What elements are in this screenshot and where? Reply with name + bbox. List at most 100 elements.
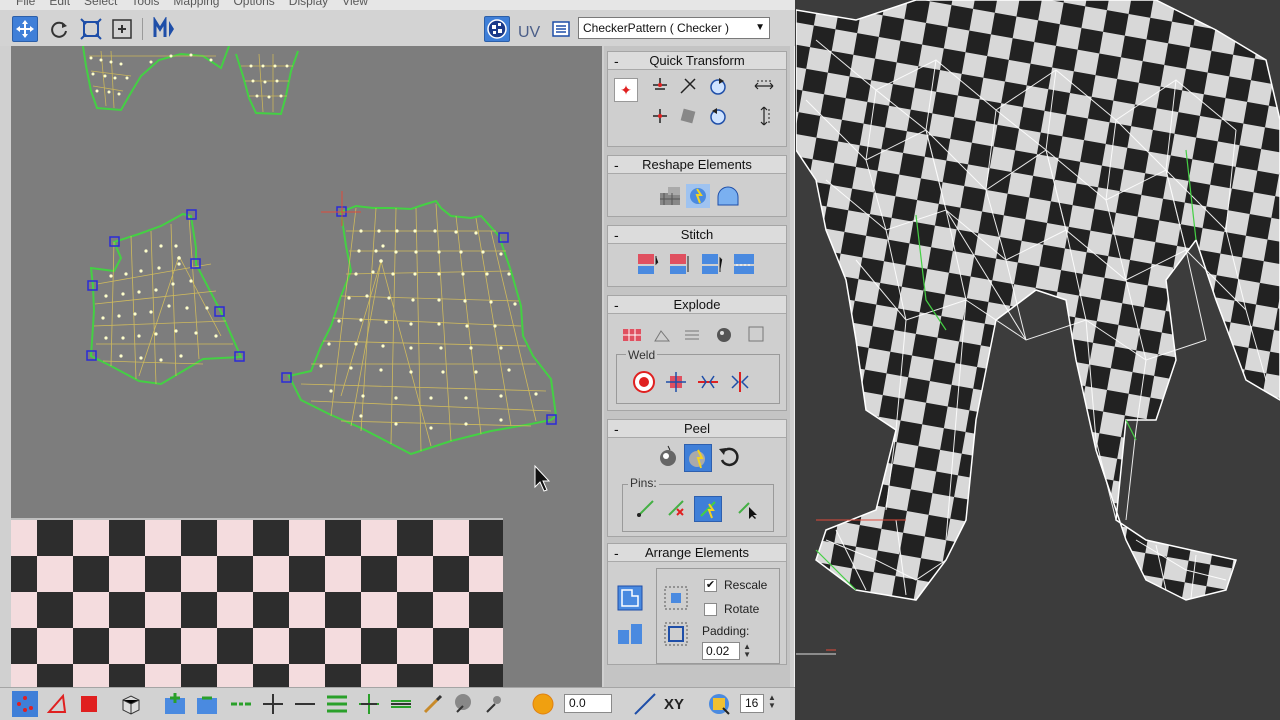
stitch-to-source-button[interactable] xyxy=(700,252,724,276)
flatten-by-material-button[interactable] xyxy=(712,322,736,346)
uv-shell-top-left[interactable] xyxy=(82,46,230,112)
undo-icon xyxy=(719,447,739,467)
mirror-tool-button[interactable] xyxy=(152,16,178,42)
uv-shell-top-right[interactable] xyxy=(235,50,299,116)
rotate-checkbox[interactable] xyxy=(704,603,717,616)
freeform-tool-button[interactable] xyxy=(109,16,135,42)
pack-custom-button[interactable] xyxy=(616,584,644,612)
soft-selection-falloff-field[interactable]: 0.0 xyxy=(564,694,612,713)
texture-dropdown[interactable]: CheckerPattern ( Checker ) ▼ xyxy=(578,17,770,39)
shrink-brush-icon xyxy=(486,696,501,713)
weld-all-button[interactable] xyxy=(728,370,752,394)
character-mesh-canvas[interactable] xyxy=(796,0,1280,720)
shrink-selection-button[interactable] xyxy=(194,691,220,717)
arrange-elements-header[interactable]: - Arrange Elements xyxy=(608,544,786,562)
move-tool-button[interactable] xyxy=(12,16,38,42)
spinner-arrows-icon[interactable]: ▲ ▼ xyxy=(743,643,751,659)
relax-settings-button[interactable] xyxy=(716,184,740,208)
grid-snap-field[interactable]: 16 xyxy=(740,694,764,713)
menu-mapping[interactable]: Mapping xyxy=(173,0,233,10)
vertex-mode-button[interactable] xyxy=(12,691,38,717)
peel-header[interactable]: - Peel xyxy=(608,420,786,438)
flatten-by-polygon-button[interactable] xyxy=(650,322,674,346)
rotate-plus-90-button[interactable] xyxy=(706,74,730,98)
uv-editor-viewport[interactable] xyxy=(11,46,602,687)
pack-rescale-button[interactable] xyxy=(662,620,690,648)
menu-file[interactable]: File xyxy=(16,0,49,10)
straighten-button[interactable] xyxy=(676,104,700,128)
scale-tool-button[interactable] xyxy=(78,16,104,42)
menu-view[interactable]: View xyxy=(342,0,382,10)
edge-mode-button[interactable] xyxy=(44,691,70,717)
explode-header[interactable]: - Explode xyxy=(608,296,786,314)
grow-loop-button[interactable] xyxy=(260,691,286,717)
grow-ring-button[interactable] xyxy=(356,691,382,717)
rotate-tool-button[interactable] xyxy=(46,16,72,42)
stitch-to-target-button[interactable] xyxy=(636,252,660,276)
soft-selection-button[interactable] xyxy=(530,691,556,717)
pin-icon xyxy=(637,500,654,517)
perspective-viewport[interactable] xyxy=(796,0,1280,720)
texture-list-button[interactable] xyxy=(550,16,572,42)
set-pivot-button[interactable]: ✦ xyxy=(614,78,638,102)
pack-normalize-button[interactable] xyxy=(662,584,690,612)
grow-selection-button[interactable] xyxy=(162,691,188,717)
padding-spinner[interactable]: 0.02 ▲ ▼ xyxy=(702,642,751,660)
pack-together-button[interactable] xyxy=(616,620,644,648)
shrink-ring-button[interactable] xyxy=(388,691,414,717)
rescale-label: Rescale xyxy=(724,578,768,592)
uv-shells-canvas[interactable] xyxy=(11,46,602,518)
weld-target-button[interactable] xyxy=(632,370,656,394)
menu-display[interactable]: Display xyxy=(289,0,342,10)
menu-select[interactable]: Select xyxy=(84,0,131,10)
unpin-selected-button[interactable] xyxy=(664,496,688,520)
paint-brush-icon xyxy=(423,694,443,714)
space-horizontal-button[interactable] xyxy=(752,74,776,98)
enlarge-brush-button[interactable] xyxy=(450,691,476,717)
relax-button[interactable] xyxy=(686,184,710,208)
pin-selected-button[interactable] xyxy=(634,496,658,520)
show-map-button[interactable] xyxy=(484,16,510,42)
reshape-elements-header[interactable]: - Reshape Elements xyxy=(608,156,786,174)
stitch-custom-button[interactable] xyxy=(732,252,756,276)
space-vertical-button[interactable] xyxy=(752,104,776,128)
menu-edit[interactable]: Edit xyxy=(49,0,84,10)
limit-selection-button[interactable] xyxy=(706,691,732,717)
break-button[interactable] xyxy=(620,322,644,346)
spinner-arrows-icon[interactable]: ▲ ▼ xyxy=(768,694,776,710)
quick-peel-button[interactable] xyxy=(684,444,712,472)
menu-tools[interactable]: Tools xyxy=(131,0,173,10)
uv-channel-label[interactable]: UV xyxy=(518,24,540,42)
rotate-minus-90-button[interactable] xyxy=(706,104,730,128)
align-diagonal-button[interactable] xyxy=(676,74,700,98)
falloff-type-button[interactable] xyxy=(632,691,658,717)
weld-selected-button[interactable] xyxy=(664,370,688,394)
quick-transform-header[interactable]: - Quick Transform xyxy=(608,52,786,70)
select-pins-button[interactable] xyxy=(736,496,760,520)
shrink-loop-button[interactable] xyxy=(292,691,318,717)
loop-select-button[interactable] xyxy=(228,691,254,717)
align-to-axis-button[interactable] xyxy=(648,74,672,98)
uv-shell-right[interactable] xyxy=(281,191,558,456)
collapse-icon: - xyxy=(614,53,619,69)
rescale-checkbox[interactable]: ✔ xyxy=(704,579,717,592)
character-body[interactable] xyxy=(796,0,1280,601)
stitch-header[interactable]: - Stitch xyxy=(608,226,786,244)
ring-select-button[interactable] xyxy=(324,691,350,717)
element-mode-button[interactable] xyxy=(118,691,144,717)
uv-shell-left[interactable] xyxy=(86,209,245,386)
stitch-to-average-button[interactable] xyxy=(668,252,692,276)
flatten-by-smoothing-button[interactable] xyxy=(680,322,704,346)
weld-edges-button[interactable] xyxy=(696,370,720,394)
align-vertical-button[interactable] xyxy=(648,104,672,128)
paint-select-button[interactable] xyxy=(420,691,446,717)
falloff-space-label[interactable]: XY xyxy=(664,696,684,713)
menu-options[interactable]: Options xyxy=(233,0,288,10)
explode-options-button[interactable] xyxy=(744,322,768,346)
shrink-brush-button[interactable] xyxy=(482,691,508,717)
polygon-mode-button[interactable] xyxy=(76,691,102,717)
auto-pin-button[interactable] xyxy=(694,496,722,522)
peel-mode-button[interactable] xyxy=(656,444,680,468)
straighten-selection-button[interactable] xyxy=(658,184,682,208)
reset-peel-button[interactable] xyxy=(716,444,740,468)
